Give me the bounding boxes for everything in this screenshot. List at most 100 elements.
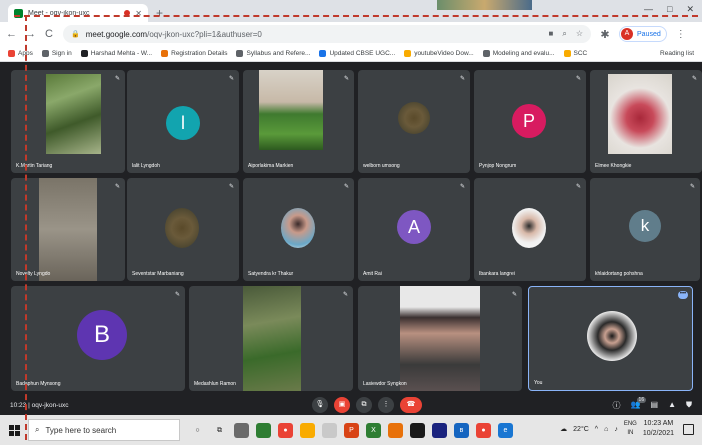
temperature[interactable]: 22°C (573, 426, 589, 433)
avatar: A (621, 28, 633, 40)
bookmark-label: youtubeVideo Dow... (414, 50, 474, 57)
bookmark-label: Registration Details (171, 50, 228, 57)
avatar: k (629, 210, 661, 242)
menu-icon[interactable]: ⋮ (676, 29, 686, 40)
bookmark-item[interactable]: Harshad Mehta - W... (80, 50, 152, 57)
bookmark-favicon-icon (236, 50, 244, 57)
app-icon[interactable] (388, 422, 403, 438)
extensions-icon[interactable]: ✱ (600, 28, 610, 41)
chat-icon[interactable]: ▤ (651, 400, 659, 411)
app-icon[interactable] (410, 422, 425, 438)
meeting-time: 10:23 (10, 401, 27, 409)
participant-tile[interactable]: A Amit Rai ✎ (358, 178, 470, 281)
participant-tile[interactable]: l lalit Lyngdoh ✎ (127, 70, 239, 173)
participant-tile[interactable]: B Badaphun Mynsong ✎ (11, 286, 185, 391)
more-options-button[interactable]: ⋮ (378, 397, 394, 413)
participant-tile[interactable]: Aiporlakima Markien ✎ (243, 70, 354, 173)
navigation-bar: ← → C 🔒 meet.google.com/oqv-jkon-uxc?pli… (0, 22, 702, 46)
lock-icon: 🔒 (71, 31, 80, 38)
network-icon[interactable]: ⌂ (604, 426, 608, 433)
bookmark-item[interactable]: Registration Details (161, 50, 227, 57)
camera-off-button[interactable]: ▣ (334, 397, 350, 413)
camera-icon[interactable]: ■ (549, 29, 554, 39)
reload-button[interactable]: C (44, 28, 54, 40)
participant-tile[interactable]: Medashlun Ramon ✎ (189, 286, 353, 391)
avatar: P (512, 104, 546, 138)
leave-call-button[interactable]: ☎ (400, 397, 422, 413)
language-indicator[interactable]: ENG IN (624, 420, 637, 438)
info-icon[interactable]: ⓘ (613, 400, 621, 411)
app-icon[interactable] (322, 422, 337, 438)
taskbar-search[interactable]: ⌕ Type here to search (28, 419, 180, 441)
file-explorer-icon[interactable] (300, 422, 315, 438)
participant-name: You (534, 380, 543, 386)
bookmark-item[interactable]: Updated CBSE UGC... (319, 50, 395, 57)
bookmark-item[interactable]: SCC (563, 50, 588, 57)
participant-tile[interactable]: You ••• (528, 286, 693, 391)
bookmark-item[interactable]: Syllabus and Refere... (236, 50, 310, 57)
bookmark-star-icon[interactable]: ☆ (576, 29, 583, 39)
participant-video (400, 286, 480, 391)
minimize-button[interactable]: — (644, 4, 653, 15)
clock[interactable]: 10:23 AM 10/2/2021 (643, 419, 674, 439)
close-window-button[interactable]: ✕ (686, 4, 694, 15)
address-bar[interactable]: 🔒 meet.google.com/oqv-jkon-uxc?pli=1&aut… (63, 25, 591, 43)
new-tab-button[interactable]: + (156, 4, 163, 22)
chrome-icon[interactable]: ● (476, 422, 491, 438)
search-icon: ⌕ (35, 425, 40, 434)
cortana-icon[interactable]: ○ (190, 423, 205, 438)
excel-icon[interactable]: X (366, 422, 381, 438)
start-button[interactable] (0, 415, 28, 445)
app-icon[interactable] (234, 422, 249, 438)
chevron-up-icon[interactable]: ^ (595, 426, 598, 433)
powerpoint-icon[interactable]: P (344, 422, 359, 438)
app-icon[interactable] (432, 422, 447, 438)
task-view-icon[interactable]: ⧉ (212, 423, 227, 438)
people-button[interactable]: 16 👥 (631, 397, 647, 411)
participant-name: K.Martin Tariang (16, 163, 53, 169)
edge-icon[interactable]: e (498, 422, 513, 438)
url-host: meet.google.com (85, 29, 148, 39)
participant-tile[interactable]: Satyendra kr Thakur ✎ (243, 178, 354, 281)
participant-video (46, 74, 101, 154)
bookmark-label: SCC (573, 50, 588, 57)
participant-name: Satyendra kr Thakur (248, 271, 294, 277)
activities-icon[interactable]: ▲ (668, 400, 676, 411)
back-button[interactable]: ← (6, 28, 17, 40)
participant-tile[interactable]: P Pynjop Nongrum ✎ (474, 70, 586, 173)
participant-tile[interactable]: Seventstar Marbaniang ✎ (127, 178, 239, 281)
mic-button[interactable]: 🎙 (312, 397, 328, 413)
participant-video (398, 102, 430, 134)
lang-bottom: IN (627, 430, 634, 436)
participant-name: Seventstar Marbaniang (132, 271, 184, 277)
captions-button[interactable]: ⧉ (356, 397, 372, 413)
calculator-icon[interactable] (256, 422, 271, 438)
weather-icon: ☁ (560, 426, 568, 433)
reading-list-button[interactable]: Reading list (660, 50, 694, 57)
chrome-icon[interactable]: ● (278, 422, 293, 438)
zoom-icon[interactable]: ⌕ (562, 29, 566, 39)
bookmark-item[interactable]: youtubeVideo Dow... (404, 50, 474, 57)
participant-tile[interactable]: K.Martin Tariang ✎ (11, 70, 125, 173)
participant-tile[interactable]: Novelty Lyngdo ✎ (11, 178, 125, 281)
notifications-icon[interactable] (683, 424, 694, 435)
volume-icon[interactable]: ♪ (614, 426, 618, 433)
participant-tile[interactable]: Elmee Khongkie ✎ (590, 70, 702, 173)
profile-button[interactable]: A Paused (619, 26, 667, 42)
participant-tile[interactable]: Ibankara langrei ✎ (474, 178, 586, 281)
participant-tile[interactable]: welborn umsong ✎ (358, 70, 470, 173)
window-controls: — □ ✕ (644, 4, 694, 15)
bookmark-item[interactable]: Modeling and evalu... (482, 50, 555, 57)
mic-off-icon: ✎ (459, 184, 465, 190)
participant-video (259, 70, 323, 150)
host-controls-icon[interactable]: ⛊ (686, 400, 692, 411)
maximize-button[interactable]: □ (667, 4, 672, 15)
bookmark-item[interactable]: Apps (8, 50, 33, 57)
tab-meet[interactable]: Meet - oqv-jkon-uxc ✕ (8, 4, 148, 22)
bookmark-item[interactable]: Sign in (41, 50, 72, 57)
participant-tile[interactable]: Lasiewdor Syngkon ✎ (358, 286, 522, 391)
bluetooth-icon[interactable]: ʙ (454, 422, 469, 438)
participant-tile[interactable]: k khlaidortang pohshna ✎ (590, 178, 700, 281)
tile-more-options[interactable]: ••• (678, 291, 688, 299)
participant-video (165, 208, 199, 248)
